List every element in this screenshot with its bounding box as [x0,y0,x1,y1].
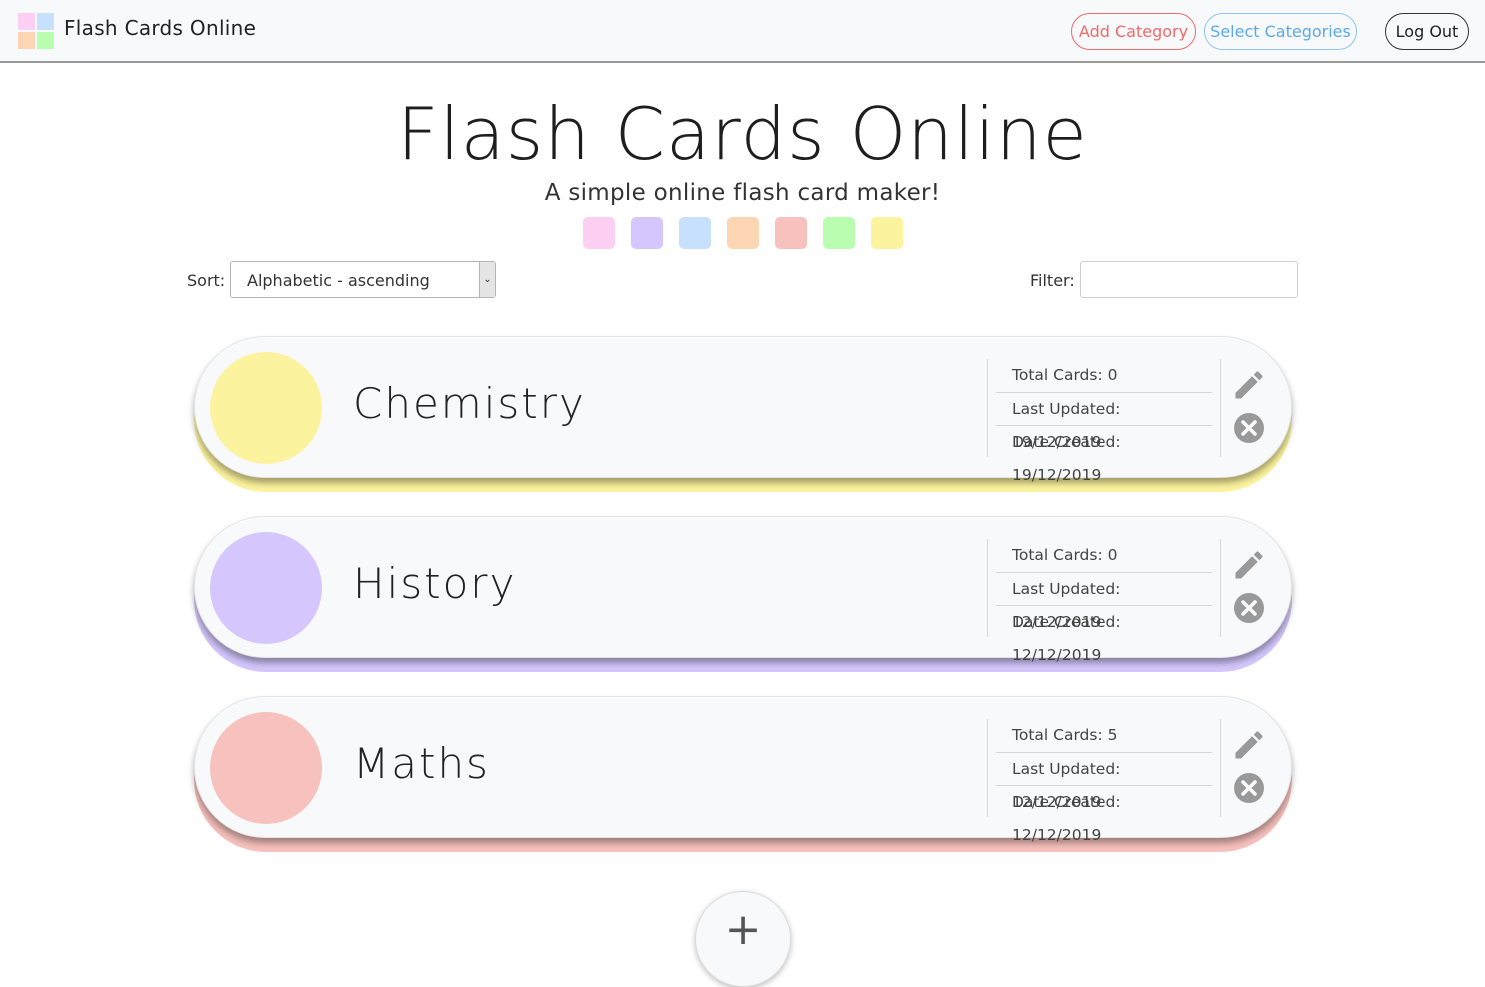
category-card-body[interactable]: Maths Total Cards: 5 Last Updated: 12/12… [194,696,1292,844]
close-circle-icon[interactable] [1231,770,1267,806]
pencil-icon[interactable] [1231,367,1267,403]
date-created: Date Created: 12/12/2019 [996,605,1212,664]
filter-input[interactable] [1080,261,1298,298]
category-card: Chemistry Total Cards: 0 Last Updated: 1… [194,336,1292,492]
color-swatch[interactable] [631,217,663,249]
category-color-circle [210,532,322,644]
logo-square [37,32,54,49]
logo-square [18,32,35,49]
color-swatch[interactable] [727,217,759,249]
sort-label: Sort: [187,271,226,290]
category-info: Total Cards: 5 Last Updated: 12/12/2019 … [987,719,1221,844]
category-card-body[interactable]: Chemistry Total Cards: 0 Last Updated: 1… [194,336,1292,484]
category-color-circle [210,712,322,824]
last-updated: Last Updated: 12/12/2019 [996,572,1212,631]
total-cards: Total Cards: 5 [1012,726,1118,744]
color-swatch[interactable] [823,217,855,249]
category-info: Total Cards: 0 Last Updated: 19/12/2019 … [987,359,1221,484]
category-info: Total Cards: 0 Last Updated: 12/12/2019 … [987,539,1221,664]
last-updated: Last Updated: 12/12/2019 [996,752,1212,811]
color-swatch[interactable] [679,217,711,249]
logo-icon[interactable] [18,13,54,49]
logo-square [18,13,35,30]
category-name: Maths [353,739,490,788]
sort-select[interactable]: Alphabetic - ascending ⌄ [230,261,496,298]
pencil-icon[interactable] [1231,547,1267,583]
category-card: Maths Total Cards: 5 Last Updated: 12/12… [194,696,1292,852]
category-name: Chemistry [353,379,586,428]
select-categories-button[interactable]: Select Categories [1204,13,1357,50]
date-created: Date Created: 12/12/2019 [996,785,1212,844]
log-out-button[interactable]: Log Out [1385,13,1469,50]
page-subtitle: A simple online flash card maker! [544,180,941,206]
plus-icon: + [724,904,762,955]
sort-select-value: Alphabetic - ascending [247,271,430,290]
chevron-down-icon: ⌄ [479,262,495,297]
total-cards: Total Cards: 0 [1012,366,1118,384]
date-created: Date Created: 19/12/2019 [996,425,1212,484]
pencil-icon[interactable] [1231,727,1267,763]
category-name: History [353,559,517,608]
page-title: Flash Cards Online [397,92,1088,176]
close-circle-icon[interactable] [1231,590,1267,626]
color-swatch[interactable] [871,217,903,249]
total-cards: Total Cards: 0 [1012,546,1118,564]
color-swatch[interactable] [775,217,807,249]
navbar: Flash Cards Online Add Category Select C… [0,0,1485,63]
filter-label: Filter: [1030,271,1075,290]
category-card-body[interactable]: History Total Cards: 0 Last Updated: 12/… [194,516,1292,664]
close-circle-icon[interactable] [1231,410,1267,446]
color-swatch[interactable] [583,217,615,249]
category-card: History Total Cards: 0 Last Updated: 12/… [194,516,1292,672]
add-card-button[interactable]: + [695,891,791,987]
add-category-button[interactable]: Add Category [1071,13,1196,50]
last-updated: Last Updated: 19/12/2019 [996,392,1212,451]
brand-name[interactable]: Flash Cards Online [64,16,256,40]
logo-square [37,13,54,30]
category-color-circle [210,352,322,464]
